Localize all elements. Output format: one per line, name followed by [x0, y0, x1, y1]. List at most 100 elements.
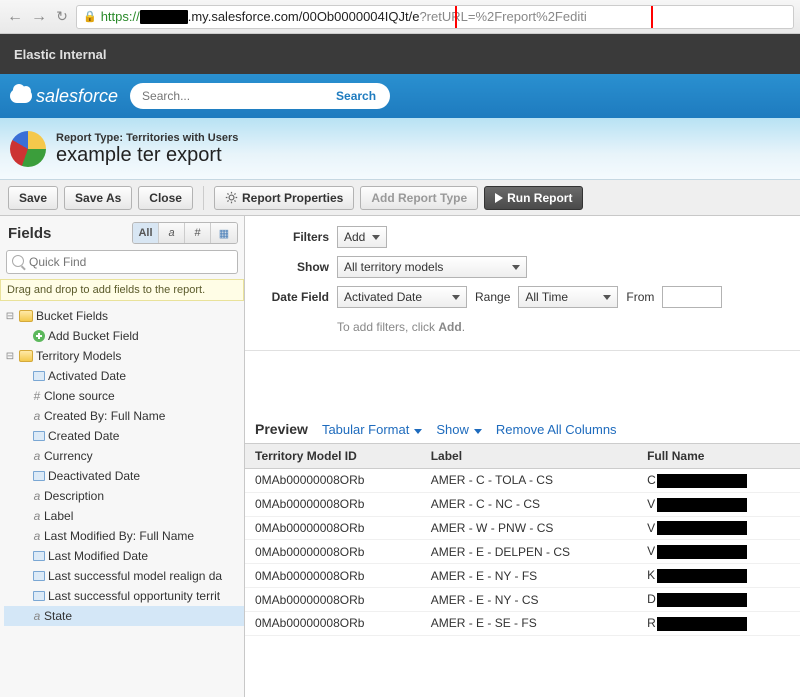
text-type-icon: a — [30, 609, 44, 623]
date-type-icon — [33, 551, 45, 561]
forward-icon[interactable]: → — [30, 8, 48, 26]
cloud-icon — [10, 89, 32, 103]
cell-fullname: K — [637, 564, 800, 588]
table-row: 0MAb00000008ORbAMER - E - SE - FSR — [245, 611, 800, 635]
folder-territory-models[interactable]: ⊟ Territory Models — [4, 346, 244, 366]
field-item[interactable]: aLabel — [4, 506, 244, 526]
field-item[interactable]: Last successful opportunity territ — [4, 586, 244, 606]
field-label: Description — [44, 489, 104, 503]
field-label: Last successful opportunity territ — [48, 589, 220, 603]
field-label: Last successful model realign da — [48, 569, 222, 583]
save-as-button[interactable]: Save As — [64, 186, 132, 210]
add-bucket-field[interactable]: Add Bucket Field — [4, 326, 244, 346]
redacted-name — [657, 545, 747, 559]
folder-icon — [19, 350, 33, 362]
show-dropdown-preview[interactable]: Show — [436, 422, 482, 437]
redacted-name — [657, 474, 747, 488]
field-item[interactable]: Deactivated Date — [4, 466, 244, 486]
field-item[interactable]: #Clone source — [4, 386, 244, 406]
redacted-subdomain — [140, 10, 188, 24]
run-report-button[interactable]: Run Report — [484, 186, 583, 210]
fields-header: Fields All a # ▦ — [0, 216, 244, 248]
close-button[interactable]: Close — [138, 186, 193, 210]
toolbar-separator — [203, 186, 204, 210]
search-input[interactable] — [142, 89, 326, 103]
report-title: example ter export — [56, 144, 238, 167]
date-type-icon — [33, 571, 45, 581]
tab-all[interactable]: All — [133, 223, 159, 243]
cell-fullname: R — [637, 611, 800, 635]
field-label: Created Date — [48, 429, 119, 443]
elastic-label: Elastic Internal — [14, 47, 106, 62]
quick-find-input[interactable] — [6, 250, 238, 274]
redacted-name — [657, 569, 747, 583]
report-icon — [10, 131, 46, 167]
field-item[interactable]: aCreated By: Full Name — [4, 406, 244, 426]
from-date-input[interactable] — [662, 286, 722, 308]
nav-arrows: ← → — [6, 8, 48, 26]
url-text: https://.my.salesforce.com/00Ob0000004IQ… — [101, 9, 587, 25]
show-label: Show — [259, 260, 329, 274]
report-title-band: Report Type: Territories with Users exam… — [0, 118, 800, 180]
salesforce-logo: salesforce — [10, 86, 118, 107]
preview-header: Preview Tabular Format Show Remove All C… — [245, 411, 800, 443]
redacted-name — [657, 617, 747, 631]
range-dropdown[interactable]: All Time — [518, 286, 618, 308]
back-icon[interactable]: ← — [6, 8, 24, 26]
search-icon — [12, 255, 24, 267]
report-properties-button[interactable]: Report Properties — [214, 186, 354, 210]
field-item[interactable]: aCurrency — [4, 446, 244, 466]
show-dropdown[interactable]: All territory models — [337, 256, 527, 278]
col-label[interactable]: Label — [421, 444, 637, 469]
field-item[interactable]: Last successful model realign da — [4, 566, 244, 586]
add-report-type-button[interactable]: Add Report Type — [360, 186, 478, 210]
cell-label: AMER - E - SE - FS — [421, 611, 637, 635]
date-field-label: Date Field — [259, 290, 329, 304]
global-search: Search — [130, 83, 390, 109]
date-type-icon — [33, 431, 45, 441]
cell-label: AMER - C - TOLA - CS — [421, 469, 637, 493]
field-label: State — [44, 609, 72, 623]
folder-bucket-fields[interactable]: ⊟ Bucket Fields — [4, 306, 244, 326]
redacted-name — [657, 498, 747, 512]
field-item[interactable]: Last Modified Date — [4, 546, 244, 566]
field-item[interactable]: aDescription — [4, 486, 244, 506]
collapse-icon[interactable]: ⊟ — [4, 311, 16, 322]
report-toolbar: Save Save As Close Report Properties Add… — [0, 180, 800, 216]
search-button[interactable]: Search — [326, 89, 386, 103]
gear-icon — [225, 191, 238, 204]
remove-all-columns-link[interactable]: Remove All Columns — [496, 422, 617, 437]
cell-fullname: C — [637, 469, 800, 493]
table-row: 0MAb00000008ORbAMER - W - PNW - CSV — [245, 516, 800, 540]
field-item[interactable]: aState — [4, 606, 244, 626]
date-type-icon — [33, 471, 45, 481]
play-icon — [495, 193, 503, 203]
main-split: Fields All a # ▦ Drag and drop to add fi… — [0, 216, 800, 697]
add-filter-dropdown[interactable]: Add — [337, 226, 387, 248]
table-row: 0MAb00000008ORbAMER - E - DELPEN - CSV — [245, 540, 800, 564]
field-label: Activated Date — [48, 369, 126, 383]
tab-date[interactable]: ▦ — [211, 223, 237, 243]
field-item[interactable]: Created Date — [4, 426, 244, 446]
field-item[interactable]: Activated Date — [4, 366, 244, 386]
tab-number[interactable]: # — [185, 223, 211, 243]
table-row: 0MAb00000008ORbAMER - C - NC - CSV — [245, 492, 800, 516]
filters-area: Filters Add Show All territory models Da… — [245, 216, 800, 351]
tab-text[interactable]: a — [159, 223, 185, 243]
save-button[interactable]: Save — [8, 186, 58, 210]
filters-label: Filters — [259, 230, 329, 244]
url-bar[interactable]: 🔒 https://.my.salesforce.com/00Ob0000004… — [76, 5, 794, 29]
collapse-icon[interactable]: ⊟ — [4, 351, 16, 362]
number-type-icon: # — [30, 389, 44, 403]
refresh-icon[interactable]: ↻ — [54, 9, 70, 25]
drag-hint: Drag and drop to add fields to the repor… — [0, 279, 244, 301]
col-territory-model-id[interactable]: Territory Model ID — [245, 444, 421, 469]
preview-heading: Preview — [255, 421, 308, 437]
table-row: 0MAb00000008ORbAMER - C - TOLA - CSC — [245, 469, 800, 493]
col-full-name[interactable]: Full Name — [637, 444, 800, 469]
date-field-dropdown[interactable]: Activated Date — [337, 286, 467, 308]
from-label: From — [626, 290, 654, 304]
format-dropdown[interactable]: Tabular Format — [322, 422, 422, 437]
field-item[interactable]: aLast Modified By: Full Name — [4, 526, 244, 546]
salesforce-header: salesforce Search — [0, 74, 800, 118]
